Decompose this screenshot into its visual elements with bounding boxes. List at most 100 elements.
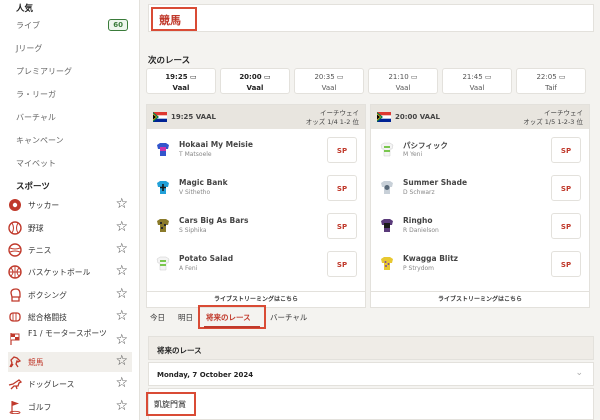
monitor-icon: ▭: [264, 73, 271, 81]
race-time-tab[interactable]: 20:35 ▭ Vaal: [294, 68, 364, 94]
tab-today[interactable]: 今日: [150, 312, 165, 323]
tab-tomorrow[interactable]: 明日: [178, 312, 193, 323]
star-icon[interactable]: ☆: [115, 242, 128, 256]
star-icon[interactable]: ☆: [115, 376, 128, 390]
tab-future-races[interactable]: 将来のレース: [206, 312, 251, 323]
motorsport-icon: [10, 333, 20, 345]
basketball-icon: [8, 265, 22, 279]
jockey-silk-icon: [157, 219, 169, 232]
sidebar-item-tennis[interactable]: テニス ☆: [8, 240, 132, 260]
odds-button[interactable]: SP: [551, 251, 581, 277]
sidebar-item-jleague[interactable]: Jリーグ: [16, 39, 132, 57]
sidebar-item-premier-league[interactable]: プレミアリーグ: [16, 62, 132, 80]
sport-label: サッカー: [28, 200, 60, 210]
chevron-down-icon: ⌄: [575, 368, 583, 378]
each-way-odds: オッズ 1/5 1-2-3 位: [523, 118, 583, 126]
sidebar-item-campaign[interactable]: キャンペーン: [16, 131, 132, 149]
jockey-silk-icon: [157, 143, 169, 156]
runner-row: Magic Bank V Sithetho SP: [147, 171, 365, 205]
race-time-tab[interactable]: 21:45 ▭ Vaal: [442, 68, 512, 94]
sidebar-item-label: ライブ: [16, 20, 40, 30]
sidebar-item-label: プレミアリーグ: [16, 66, 72, 76]
jockey-name: D Schwarz: [403, 189, 435, 196]
odds-button[interactable]: SP: [327, 175, 357, 201]
sidebar-item-label: バーチャル: [16, 112, 56, 122]
race-time-tab[interactable]: 19:25 ▭ Vaal: [146, 68, 216, 94]
sidebar-item-baseball[interactable]: 野球 ☆: [8, 218, 132, 238]
odds-button[interactable]: SP: [551, 175, 581, 201]
sidebar-item-basketball[interactable]: バスケットボール ☆: [8, 262, 132, 282]
monitor-icon: ▭: [558, 73, 566, 81]
star-icon[interactable]: ☆: [115, 399, 128, 413]
date-row[interactable]: Monday, 7 October 2024 ⌄: [148, 362, 594, 386]
race-card-header: 20:00 VAAL イーチウェイ オッズ 1/5 1-2-3 位: [371, 105, 589, 129]
odds-button[interactable]: SP: [327, 137, 357, 163]
live-count-badge: 60: [108, 19, 128, 31]
sidebar-item-motorsport[interactable]: F1 / モータースポーツ ☆: [8, 328, 132, 350]
main-content: 競馬 次のレース 19:25 ▭ Vaal 20:00 ▭ Vaal 20:35…: [142, 0, 600, 420]
monitor-icon: ▭: [190, 73, 197, 81]
sidebar-item-laliga[interactable]: ラ・リーガ: [16, 85, 132, 103]
runner-name: Summer Shade: [403, 178, 468, 187]
tab-virtual[interactable]: バーチャル: [270, 312, 307, 323]
popular-header: 人気: [16, 4, 34, 14]
race-venue: Vaal: [321, 84, 337, 92]
runner-row: Hokaai My Meisie T Matsoele SP: [147, 133, 365, 167]
star-icon[interactable]: ☆: [115, 333, 128, 347]
runner-row: Cars Big As Bars S Siphika SP: [147, 209, 365, 243]
race-time-tab[interactable]: 21:10 ▭ Vaal: [368, 68, 438, 94]
sidebar-item-virtual[interactable]: バーチャル: [16, 108, 132, 126]
sport-label: ボクシング: [28, 290, 67, 300]
jockey-name: T Matsoele: [179, 151, 212, 158]
star-icon[interactable]: ☆: [115, 264, 128, 278]
star-icon[interactable]: ☆: [115, 354, 128, 368]
star-icon[interactable]: ☆: [115, 287, 128, 301]
race-venue: Vaal: [469, 84, 485, 92]
race-venue: Vaal: [246, 84, 264, 92]
star-icon[interactable]: ☆: [115, 197, 128, 211]
each-way-odds: オッズ 1/4 1-2 位: [305, 118, 359, 126]
jockey-name: V Sithetho: [179, 189, 211, 196]
sidebar-item-golf[interactable]: ゴルフ ☆: [8, 397, 132, 417]
sport-label: F1 / モータースポーツ: [28, 329, 107, 338]
each-way-label: イーチウェイ: [544, 109, 583, 117]
sport-label: バスケットボール: [28, 267, 91, 277]
live-stream-link[interactable]: ライブストリーミングはこちら: [371, 291, 589, 307]
odds-button[interactable]: SP: [551, 213, 581, 239]
sidebar-item-live[interactable]: ライブ 60: [16, 16, 132, 34]
next-races-label: 次のレース: [148, 56, 191, 66]
sidebar-item-mybets[interactable]: マイベット: [16, 154, 132, 172]
jockey-silk-icon: [157, 181, 169, 194]
tennis-icon: [8, 243, 22, 257]
odds-button[interactable]: SP: [327, 213, 357, 239]
odds-button[interactable]: SP: [327, 251, 357, 277]
jockey-silk-icon: [156, 256, 170, 271]
venue-label: 凱旋門賞: [154, 400, 186, 409]
each-way-terms: イーチウェイ オッズ 1/5 1-2-3 位: [523, 109, 583, 127]
runner-row: Ringho R Danielson SP: [371, 209, 589, 243]
jockey-name: S Siphika: [179, 227, 207, 234]
runner-row: Summer Shade D Schwarz SP: [371, 171, 589, 205]
south-africa-flag-icon: [153, 112, 167, 122]
race-time-tab[interactable]: 20:00 ▭ Vaal: [220, 68, 290, 94]
sidebar-item-mma[interactable]: 総合格闘技 ☆: [8, 307, 132, 327]
odds-button[interactable]: SP: [551, 137, 581, 163]
sidebar-item-label: マイベット: [16, 158, 56, 168]
sidebar-item-soccer[interactable]: サッカー ☆: [8, 195, 132, 215]
sidebar-item-greyhound[interactable]: ドッグレース ☆: [8, 374, 132, 394]
sidebar-item-label: ラ・リーガ: [16, 89, 56, 99]
jockey-name: M Yeni: [403, 151, 423, 158]
venue-row[interactable]: [148, 388, 594, 420]
sidebar-item-boxing[interactable]: ボクシング ☆: [8, 285, 132, 305]
race-time: 19:25: [165, 73, 188, 81]
jockey-silk-icon: [381, 257, 393, 270]
star-icon[interactable]: ☆: [115, 309, 128, 323]
sidebar-item-horse-racing[interactable]: 競馬 ☆: [8, 352, 132, 372]
greyhound-icon: [8, 379, 22, 390]
star-icon[interactable]: ☆: [115, 220, 128, 234]
sport-label: ドッグレース: [28, 379, 75, 389]
mma-icon: [9, 312, 21, 322]
each-way-label: イーチウェイ: [320, 109, 359, 117]
race-time-tab[interactable]: 22:05 ▭ Taif: [516, 68, 586, 94]
runner-row: Potato Salad A Feni SP: [147, 247, 365, 281]
